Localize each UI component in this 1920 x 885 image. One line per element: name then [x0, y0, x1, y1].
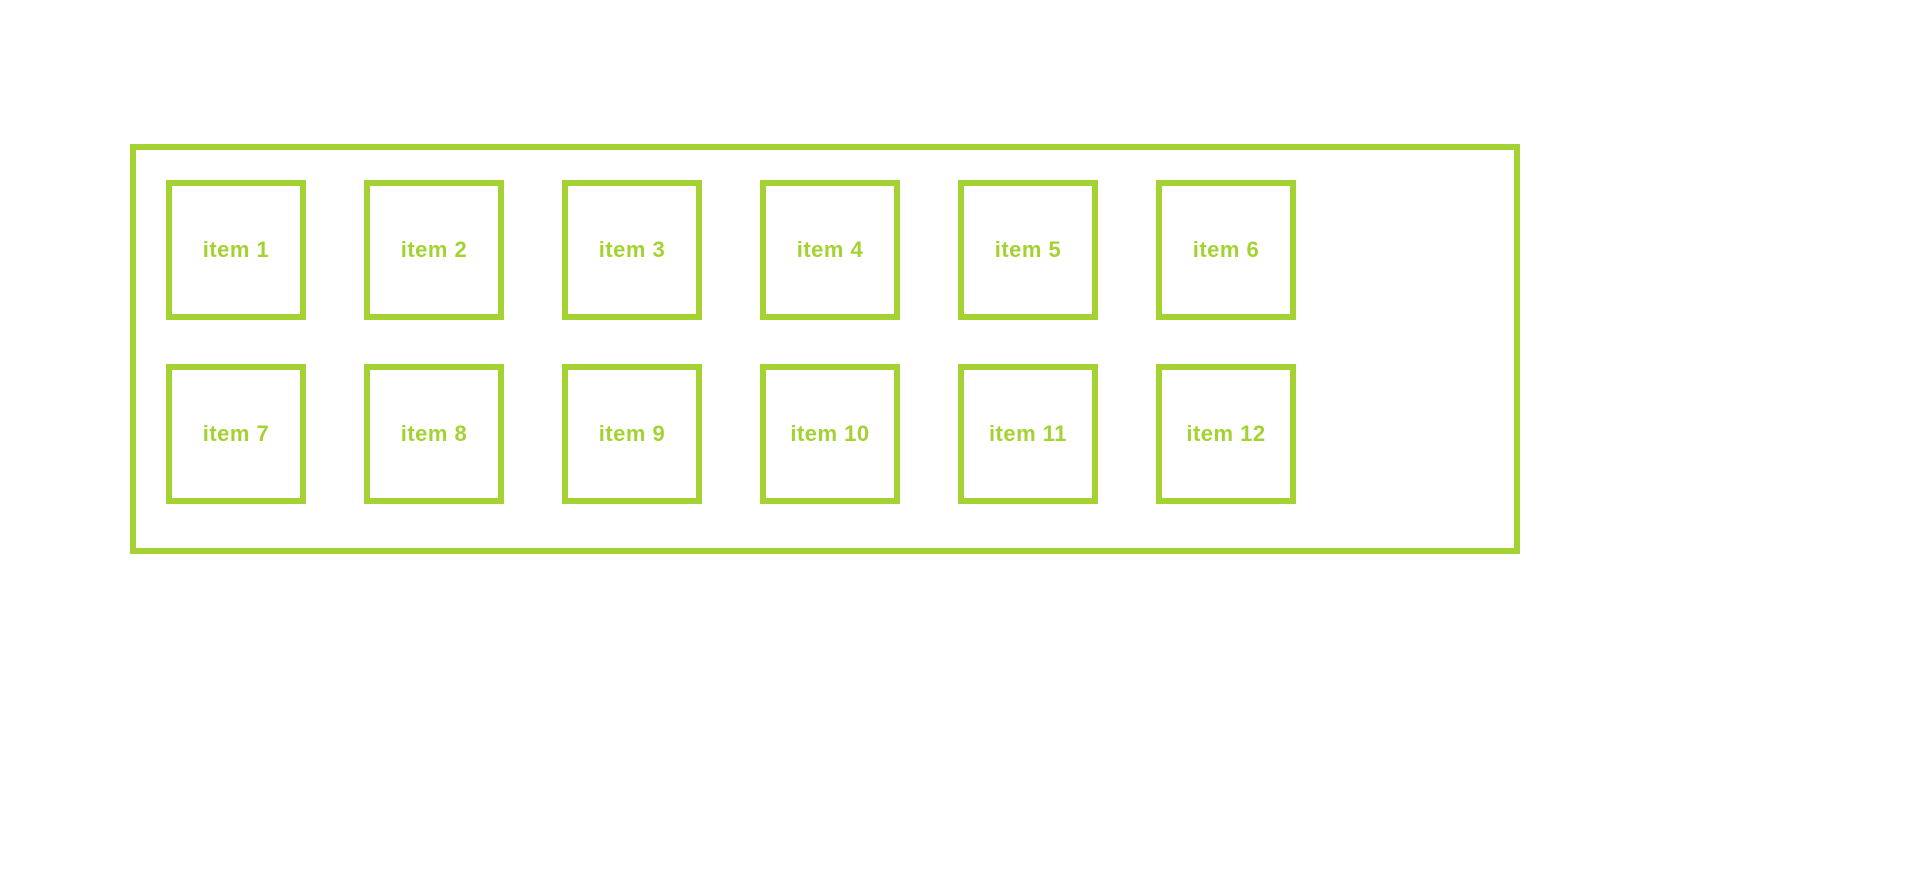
item-label: item 6 — [1193, 237, 1260, 263]
grid-item: item 10 — [760, 364, 900, 504]
item-label: item 8 — [401, 421, 468, 447]
item-label: item 3 — [599, 237, 666, 263]
grid-item: item 6 — [1156, 180, 1296, 320]
grid-item: item 8 — [364, 364, 504, 504]
grid-item: item 7 — [166, 364, 306, 504]
item-label: item 10 — [790, 421, 869, 447]
grid-item: item 3 — [562, 180, 702, 320]
item-label: item 2 — [401, 237, 468, 263]
item-label: item 9 — [599, 421, 666, 447]
item-grid: item 1 item 2 item 3 item 4 item 5 item … — [166, 180, 1484, 504]
item-label: item 7 — [203, 421, 270, 447]
item-label: item 1 — [203, 237, 270, 263]
grid-item: item 9 — [562, 364, 702, 504]
grid-item: item 1 — [166, 180, 306, 320]
item-label: item 11 — [989, 421, 1067, 447]
grid-container: item 1 item 2 item 3 item 4 item 5 item … — [130, 144, 1520, 554]
grid-item: item 4 — [760, 180, 900, 320]
grid-item: item 5 — [958, 180, 1098, 320]
item-label: item 5 — [995, 237, 1062, 263]
grid-item: item 12 — [1156, 364, 1296, 504]
grid-item: item 2 — [364, 180, 504, 320]
item-label: item 4 — [797, 237, 864, 263]
grid-item: item 11 — [958, 364, 1098, 504]
item-label: item 12 — [1186, 421, 1265, 447]
